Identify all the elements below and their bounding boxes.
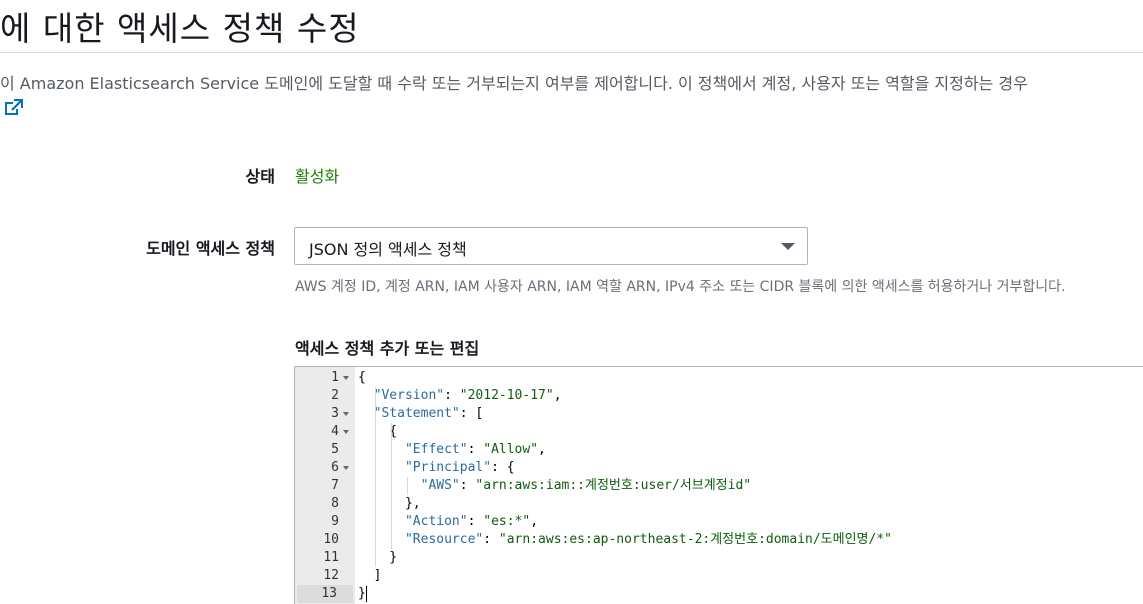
- line-number: 2: [331, 388, 339, 403]
- text-cursor: [366, 586, 367, 602]
- access-policy-select-value: JSON 정의 액세스 정책: [309, 240, 467, 259]
- fold-toggle-icon[interactable]: [343, 466, 349, 470]
- line-number: 7: [331, 478, 339, 493]
- external-link-icon[interactable]: [4, 98, 24, 118]
- code-line: "Version": "2012-10-17",: [373, 388, 562, 403]
- line-number: 13: [297, 585, 353, 603]
- code-line: "Effect": "Allow",: [404, 442, 546, 457]
- code-line: {: [358, 370, 366, 385]
- line-number: 3: [331, 406, 339, 421]
- editor-code-area[interactable]: { "Version": "2012-10-17", "Statement": …: [355, 367, 1143, 604]
- line-number: 12: [323, 568, 339, 583]
- fold-toggle-icon[interactable]: [343, 412, 349, 416]
- code-line: "Principal": {: [404, 460, 515, 475]
- line-number: 8: [331, 496, 339, 511]
- policy-json-editor[interactable]: 1 2 3 4 5 6 7 8 9 10 11 12 13 { "Version": "2012-10-…: [294, 366, 1143, 604]
- line-number: 11: [323, 550, 339, 565]
- code-line: "Action": "es:*",: [404, 514, 539, 529]
- caret-down-icon: [781, 243, 795, 250]
- code-line: "AWS": "arn:aws:iam::계정번호:user/서브계정id": [420, 478, 752, 493]
- fold-toggle-icon[interactable]: [343, 430, 349, 434]
- code-line: },: [358, 496, 421, 511]
- line-number: 9: [331, 514, 339, 529]
- line-number: 10: [323, 532, 339, 547]
- line-number: 1: [331, 370, 339, 385]
- title-divider: [0, 52, 1143, 53]
- page-description: 이 Amazon Elasticsearch Service 도메인에 도달할 …: [0, 74, 1028, 93]
- status-label: 상태: [245, 167, 275, 186]
- code-line: }: [358, 586, 366, 601]
- code-line: ]: [358, 568, 382, 583]
- access-policy-hint: AWS 계정 ID, 계정 ARN, IAM 사용자 ARN, IAM 역할 A…: [295, 279, 1066, 295]
- code-line: {: [358, 424, 398, 439]
- editor-heading: 액세스 정책 추가 또는 편집: [295, 339, 480, 358]
- line-number: 6: [331, 460, 339, 475]
- code-line: }: [358, 550, 398, 565]
- domain-access-policy-label: 도메인 액세스 정책: [146, 239, 275, 258]
- code-line: "Statement": [: [373, 406, 484, 421]
- access-policy-select[interactable]: JSON 정의 액세스 정책: [294, 227, 808, 265]
- indent-guide: [407, 477, 408, 495]
- fold-toggle-icon[interactable]: [343, 376, 349, 380]
- line-number: 5: [331, 442, 339, 457]
- code-line: "Resource": "arn:aws:es:ap-northeast-2:계…: [404, 532, 892, 547]
- editor-gutter: 1 2 3 4 5 6 7 8 9 10 11 12 13: [295, 367, 355, 604]
- indent-guide: [391, 423, 392, 549]
- line-number: 4: [331, 424, 339, 439]
- status-value: 활성화: [295, 167, 340, 186]
- page-title: 에 대한 액세스 정책 수정: [0, 9, 360, 48]
- indent-guide: [375, 387, 376, 567]
